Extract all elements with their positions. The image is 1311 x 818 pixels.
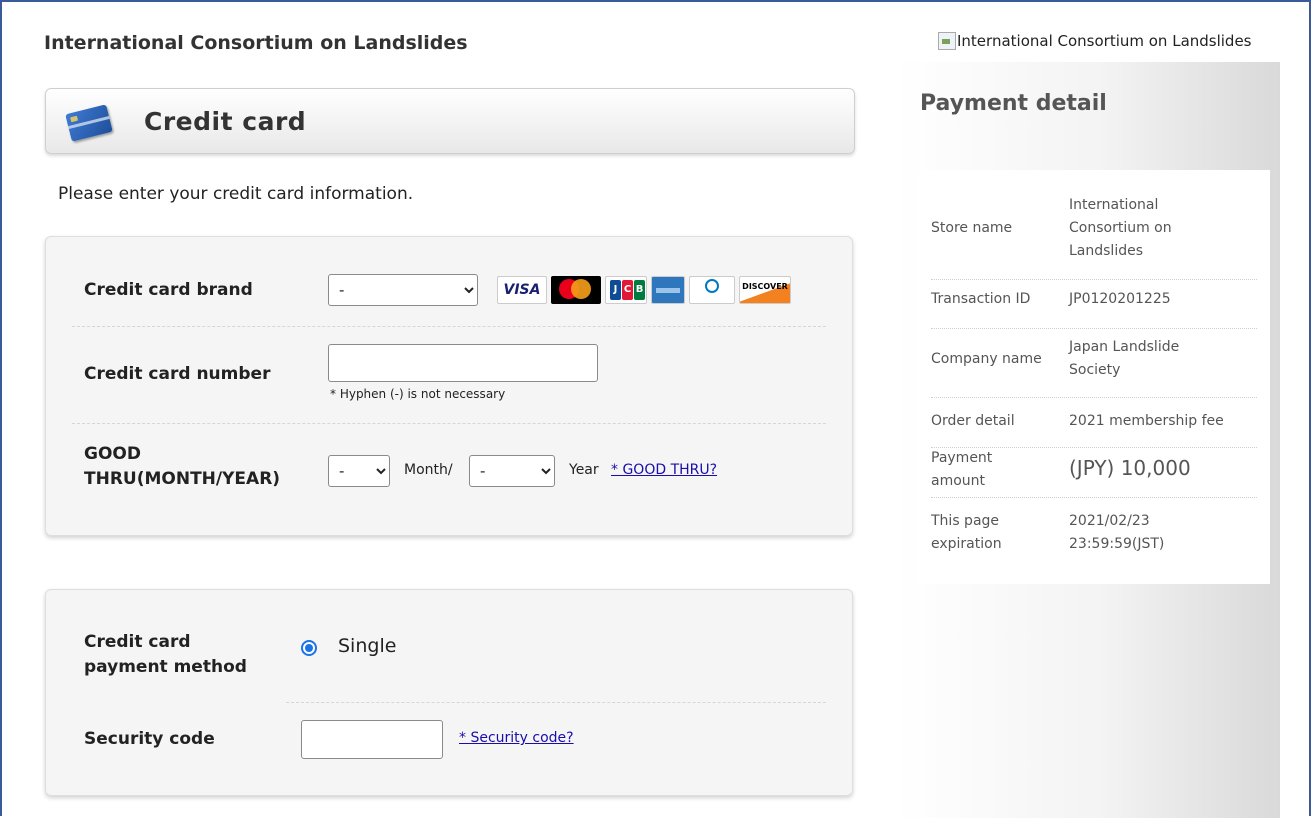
row-divider	[72, 326, 826, 327]
mastercard-logo	[551, 276, 601, 304]
jcb-logo: JCB	[605, 276, 647, 304]
section-title: Credit card	[144, 107, 307, 136]
payment-detail-title: Payment detail	[920, 91, 1107, 116]
discover-logo: DISCOVER	[739, 276, 791, 304]
security-code-input[interactable]	[301, 720, 443, 759]
card-brand-select[interactable]: -	[328, 274, 478, 306]
year-suffix: Year	[569, 462, 599, 478]
amex-logo	[651, 276, 685, 304]
payment-amount-value: (JPY) 10,000	[1069, 456, 1191, 480]
credit-card-icon	[65, 104, 113, 142]
section-title-bar: Credit card	[45, 88, 855, 154]
card-number-note: * Hyphen (-) is not necessary	[330, 387, 506, 401]
payment-method-label: Credit card payment method	[84, 632, 247, 677]
row-divider	[72, 423, 826, 424]
good-thru-help-link[interactable]: * GOOD THRU?	[611, 462, 717, 478]
expiry-month-select[interactable]: -	[328, 455, 390, 487]
single-payment-label[interactable]: Single	[338, 635, 396, 657]
diners-club-logo	[689, 276, 735, 304]
payment-detail-box: Store name International Consortium on L…	[919, 170, 1270, 584]
single-payment-radio[interactable]	[301, 640, 317, 656]
logo-alt-text: International Consortium on Landslides	[957, 32, 1252, 50]
row-divider	[286, 702, 826, 703]
instruction-text: Please enter your credit card informatio…	[58, 184, 414, 204]
security-code-label: Security code	[84, 729, 215, 749]
broken-image-icon	[938, 32, 956, 50]
card-brand-label: Credit card brand	[84, 280, 253, 300]
expiry-year-select[interactable]: -	[469, 455, 555, 487]
visa-logo: VISA	[497, 276, 547, 304]
site-title: International Consortium on Landslides	[44, 32, 468, 54]
card-number-label: Credit card number	[84, 364, 271, 384]
site-logo: International Consortium on Landslides	[938, 32, 1252, 50]
card-info-panel: Credit card brand - VISA JCB DISCOVER Cr…	[45, 236, 853, 536]
good-thru-label: GOOD THRU(MONTH/YEAR)	[84, 444, 281, 489]
month-suffix: Month/	[404, 462, 453, 478]
payment-method-panel: Credit card payment method Single Securi…	[45, 589, 853, 796]
payment-detail-sidebar: Payment detail Store name International …	[895, 62, 1280, 818]
security-code-help-link[interactable]: * Security code?	[459, 730, 574, 746]
card-number-input[interactable]	[328, 344, 598, 382]
